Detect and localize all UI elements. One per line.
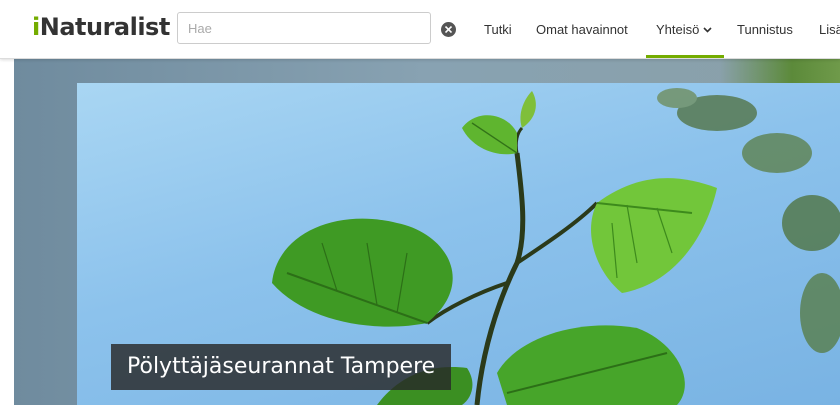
banner-backdrop-foliage (720, 59, 840, 83)
clear-search-button[interactable] (441, 22, 456, 37)
nav-my-observations[interactable]: Omat havainnot (536, 22, 628, 37)
logo-i: i (32, 13, 40, 41)
nav-identify[interactable]: Tunnistus (737, 22, 793, 37)
project-title: Pölyttäjäseurannat Tampere (127, 354, 436, 379)
close-icon (445, 26, 452, 33)
chevron-down-icon (703, 27, 712, 33)
active-nav-indicator (646, 55, 724, 58)
logo-text: Naturalist (39, 13, 171, 41)
search-input[interactable] (177, 12, 431, 44)
nav-explore[interactable]: Tutki (484, 22, 512, 37)
top-navigation-bar: iNaturalist Tutki Omat havainnot Yhteisö… (0, 0, 840, 59)
nav-community[interactable]: Yhteisö (656, 22, 712, 37)
inaturalist-logo[interactable]: iNaturalist (32, 13, 170, 41)
nav-community-label: Yhteisö (656, 22, 700, 37)
nav-more[interactable]: Lisä (819, 22, 840, 37)
project-title-overlay: Pölyttäjäseurannat Tampere (111, 344, 452, 390)
